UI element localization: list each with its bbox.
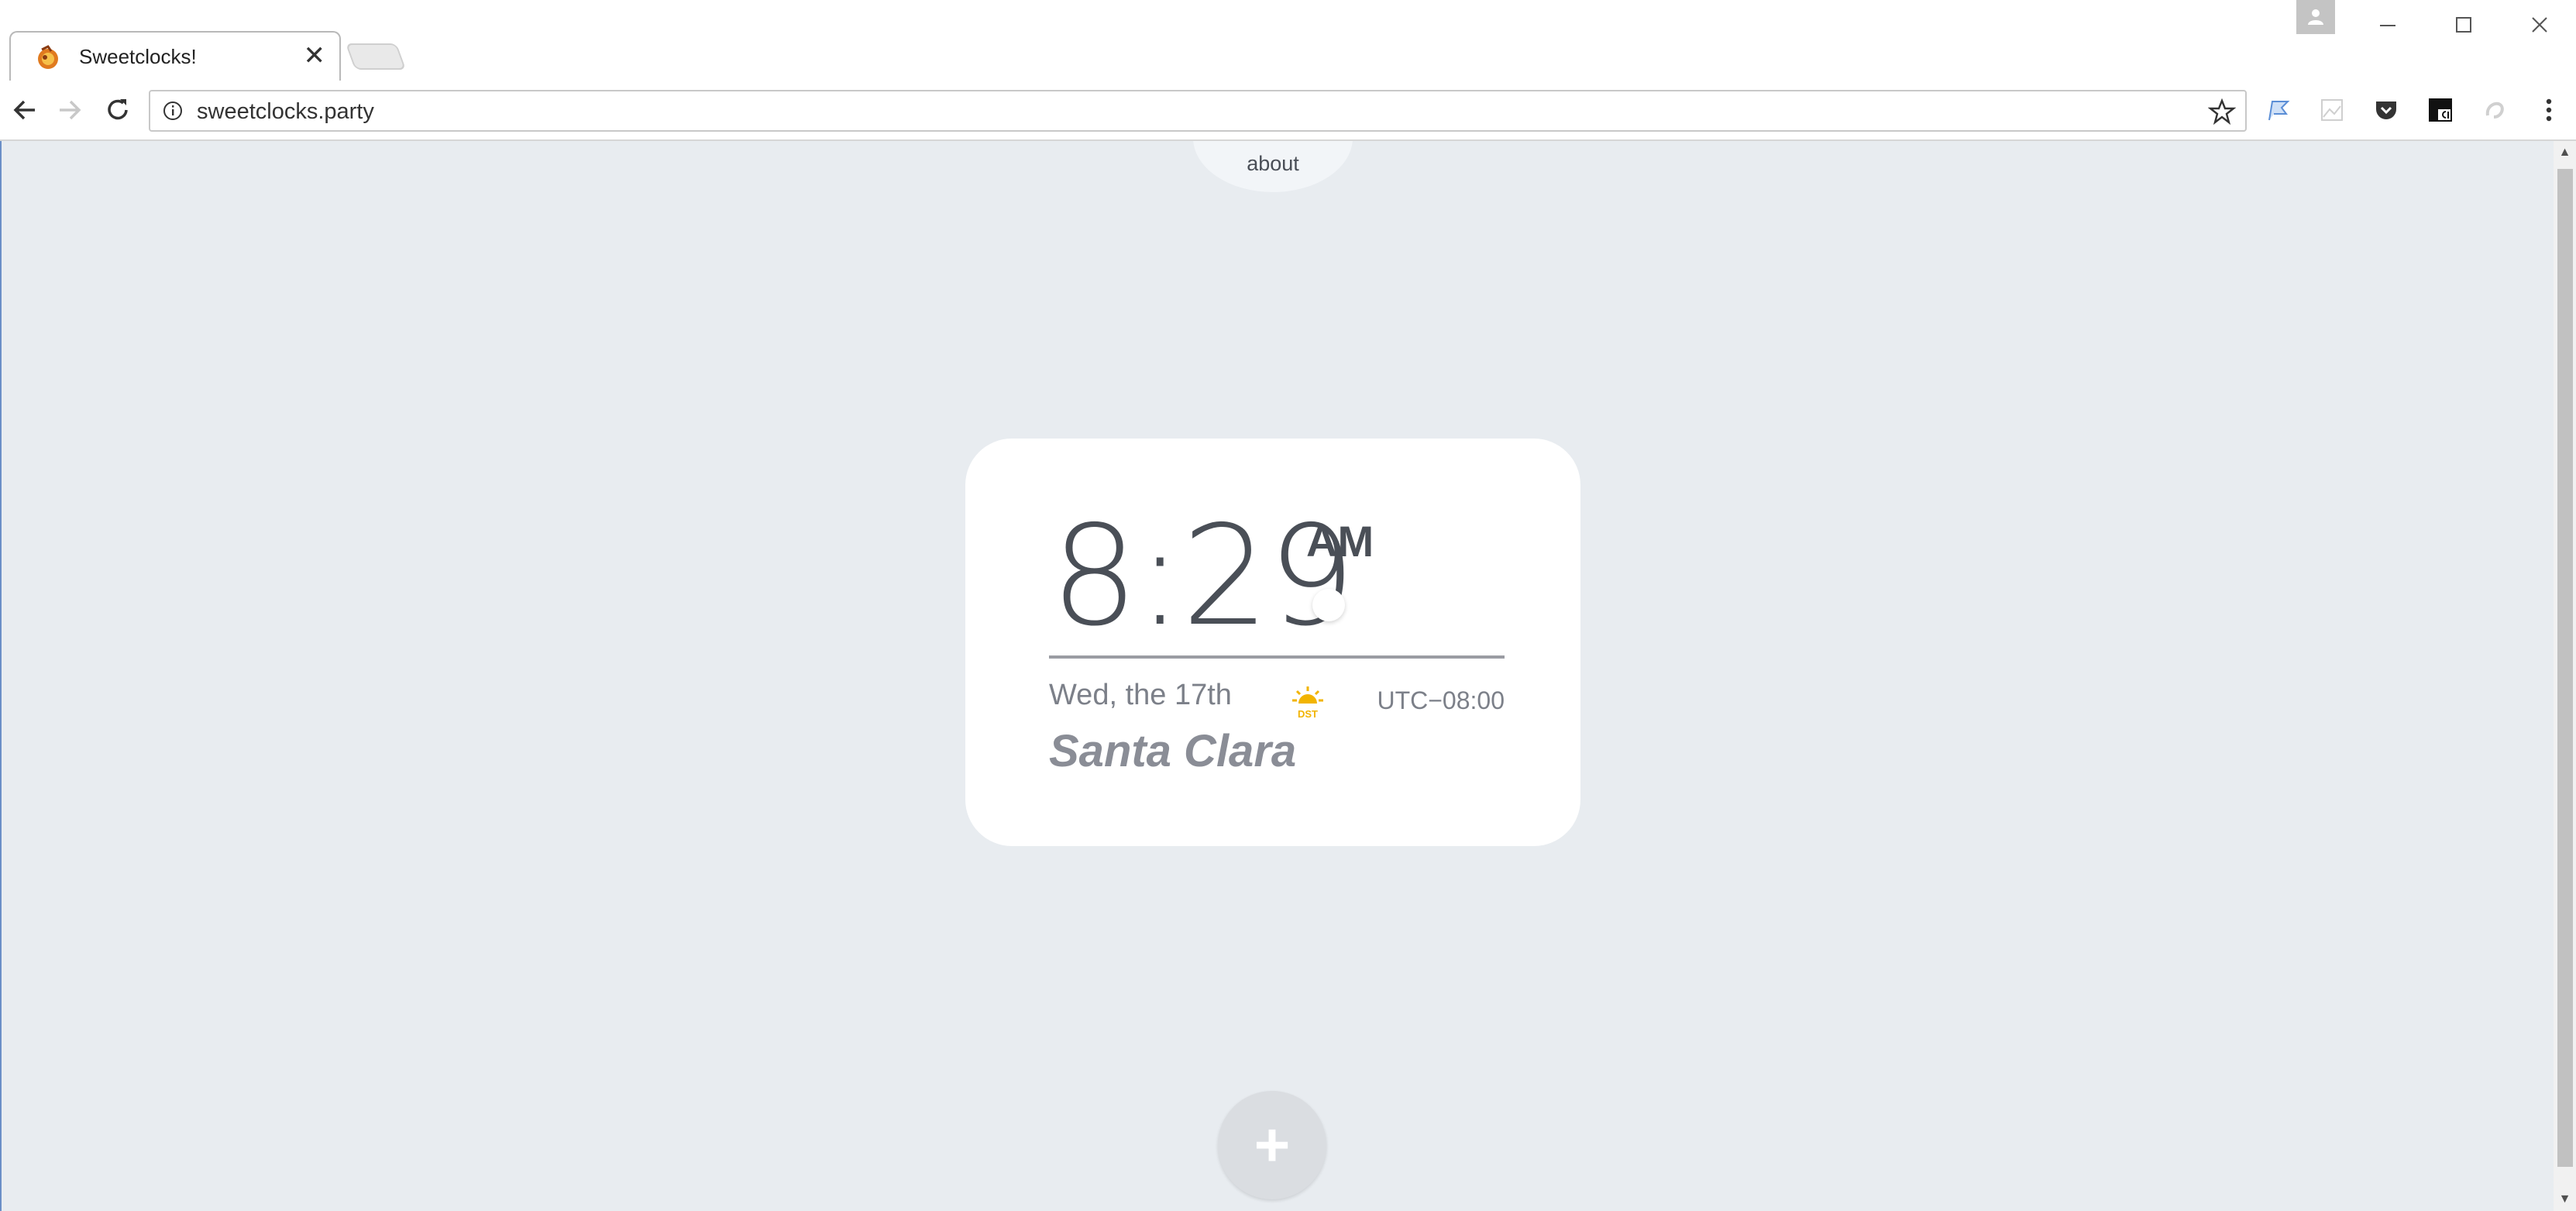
extension-image-icon [2321,99,2343,121]
extension-swirl-icon [2485,101,2504,119]
forward-button[interactable] [53,93,87,127]
maximize-icon [2456,17,2471,33]
extension-flag-icon [2268,101,2290,121]
back-icon [13,100,35,120]
minimize-icon [2380,25,2395,26]
scrollbar-thumb[interactable] [2557,169,2573,1167]
scroll-up-arrow-icon[interactable]: ▲ [2554,141,2576,164]
extension-ci-icon [2429,98,2452,122]
close-window-button[interactable] [2516,8,2563,42]
about-button[interactable]: about [1193,141,1353,192]
maximize-button[interactable] [2440,8,2487,42]
about-label: about [1247,152,1299,175]
dst-sun-icon: DST [1292,686,1323,719]
clock-card[interactable]: 8:29 AM Wed, the 17th DST UTC−08:00 Sant… [965,439,1580,846]
reload-button[interactable] [101,93,135,127]
address-bar[interactable]: sweetclocks.party [149,90,2247,132]
browser-window: Sweetclocks! ✕ sweetclocks.party about 8… [0,0,2576,1211]
new-tab-button[interactable] [345,43,407,70]
profile-button[interactable] [2296,0,2335,34]
page-content: about 8:29 AM Wed, the 17th DST UTC−08:0… [0,141,2554,1211]
clock-drag-handle[interactable] [1312,589,1345,621]
extension-flag-button[interactable] [2262,95,2293,126]
url-text[interactable]: sweetclocks.party [197,99,374,125]
tab-strip: Sweetclocks! ✕ [0,0,2576,82]
clock-ampm: AM [1306,517,1374,566]
window-frame-edge [0,141,2,1211]
add-clock-button[interactable]: + [1218,1091,1326,1199]
profile-icon [2308,9,2323,25]
forward-icon [60,100,81,120]
favicon-icon [38,45,58,69]
tab-close-button[interactable]: ✕ [304,39,326,73]
clock-city[interactable]: Santa Clara [1049,725,1296,777]
reload-icon [108,99,128,120]
add-icon: + [1254,1110,1291,1179]
pocket-icon [2376,101,2396,119]
info-icon[interactable] [163,101,183,121]
star-icon[interactable] [2208,98,2236,126]
clock-date: Wed, the 17th [1049,679,1232,711]
menu-button[interactable] [2533,95,2564,126]
scroll-down-arrow-icon[interactable]: ▼ [2554,1188,2576,1211]
clock-utc-offset: UTC−08:00 [1377,686,1505,714]
tab-title: Sweetclocks! [79,45,197,68]
extension-ci-button[interactable] [2425,95,2456,126]
clock-divider [1049,655,1505,659]
extension-swirl-button[interactable] [2479,95,2510,126]
extension-image-button[interactable] [2316,95,2347,126]
browser-tab[interactable]: Sweetclocks! ✕ [9,31,341,82]
dst-label: DST [1298,708,1318,719]
page-scrollbar[interactable]: ▲ ▼ [2554,141,2576,1211]
menu-icon [2546,98,2552,122]
minimize-button[interactable] [2364,8,2411,42]
browser-toolbar: sweetclocks.party [0,81,2576,141]
close-window-icon [2532,17,2547,33]
pocket-button[interactable] [2371,95,2402,126]
back-button[interactable] [8,93,42,127]
